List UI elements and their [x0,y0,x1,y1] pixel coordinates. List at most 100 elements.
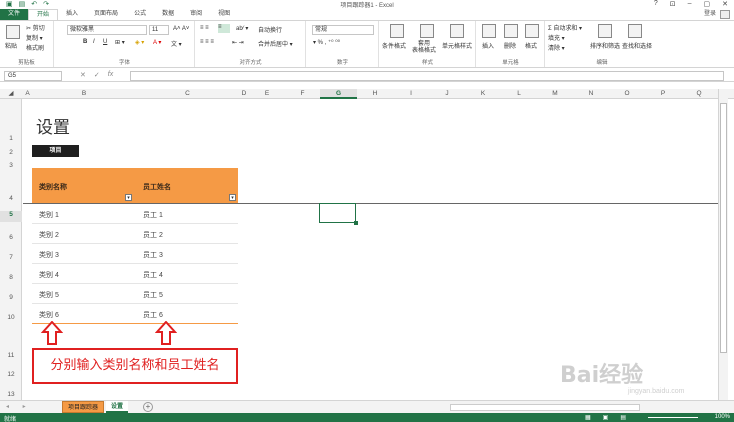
font-name-select[interactable]: 微软雅黑 [67,25,147,35]
row-header[interactable]: 10 [0,314,22,321]
row-header[interactable]: 4 [0,195,22,202]
category-cell[interactable]: 类别 1 [39,210,59,220]
employee-cell[interactable]: 员工 5 [143,290,163,300]
row-header[interactable]: 5 [0,211,22,222]
number-tools[interactable]: ▾ % , ⁺⁰ ⁰⁰ [313,39,340,46]
row-header[interactable]: 11 [0,352,22,359]
select-all-corner[interactable]: ◢ [0,89,22,99]
row-header[interactable]: 12 [0,371,22,378]
format-cells-icon[interactable] [525,24,539,38]
format-painter-button[interactable]: 格式刷 [26,43,44,52]
sheet-tab-tracker[interactable]: 项目跟踪器 [62,401,105,413]
delete-button[interactable]: 删除 [504,41,516,50]
normal-view-icon[interactable]: ▦ [585,414,591,421]
autosum-button[interactable]: Σ 自动求和 ▾ [548,23,582,32]
avatar[interactable] [720,10,730,19]
row-header[interactable]: 13 [0,391,22,398]
tab-data[interactable]: 数据 [154,9,182,20]
horizontal-scrollbar[interactable] [450,404,640,411]
table-format-button[interactable]: 套用 表格格式 [412,41,436,55]
cell-style-icon[interactable] [450,24,464,38]
login-link[interactable]: 登录 [704,9,716,20]
sheet-nav-arrows[interactable]: ◂ ▸ [6,403,32,410]
row-header[interactable]: 7 [0,254,22,261]
zoom-level[interactable]: 100% [715,414,730,420]
category-cell[interactable]: 类别 5 [39,290,59,300]
row-header[interactable]: 2 [0,149,22,156]
column-header[interactable]: J [429,89,465,99]
cancel-formula-icon[interactable]: ✕ [80,71,86,79]
find-select-button[interactable]: 查找和选择 [622,41,652,50]
wrap-text-button[interactable]: 自动换行 [258,25,282,34]
tab-page-layout[interactable]: 页面布局 [86,9,126,20]
employee-cell[interactable]: 员工 1 [143,210,163,220]
zoom-slider[interactable] [648,417,698,418]
filter-dropdown-icon[interactable]: ▾ [125,194,132,201]
paste-button[interactable]: 粘贴 [5,41,17,50]
column-header[interactable]: B [32,89,136,99]
insert-button[interactable]: 插入 [482,41,494,50]
format-button[interactable]: 格式 [525,41,537,50]
indent-icon[interactable]: ⇤ ⇥ [232,39,244,46]
merge-center-button[interactable]: 合并后居中 ▾ [258,39,293,48]
fill-color-icon[interactable]: ◈ ▾ [135,39,144,46]
worksheet[interactable]: 设置 项目 类别名称 员工姓名 ▾ ▾ 类别 1 员工 1 类别 2 员工 2 … [23,99,718,400]
align-top-icon[interactable]: ≡ ≡ [200,25,209,31]
column-header[interactable]: E [249,89,285,99]
sheet-tab-settings[interactable]: 设置 [106,401,129,413]
conditional-format-icon[interactable] [390,24,404,38]
fill-button[interactable]: 填充 ▾ [548,33,565,42]
minimize-button[interactable]: – [688,0,692,8]
clear-button[interactable]: 清除 ▾ [548,43,565,52]
add-sheet-button[interactable]: + [143,402,153,412]
align-middle-icon[interactable]: ≡ [218,24,230,33]
column-header[interactable]: A [23,89,32,99]
vertical-scrollbar[interactable] [718,89,728,400]
font-grow-icon[interactable]: A˄ A˅ [173,26,189,32]
font-color-icon[interactable]: A ▾ [153,39,161,46]
scroll-thumb[interactable] [720,103,727,353]
column-header[interactable]: P [645,89,681,99]
row-header[interactable]: 9 [0,294,22,301]
bold-button[interactable]: B [83,39,87,45]
italic-button[interactable]: I [93,39,95,45]
project-button[interactable]: 项目 [32,145,79,157]
column-header[interactable]: Q [681,89,717,99]
name-box[interactable]: G5 [4,71,62,81]
tab-insert[interactable]: 插入 [58,9,86,20]
tab-review[interactable]: 审阅 [182,9,210,20]
insert-cells-icon[interactable] [482,24,496,38]
font-size-select[interactable]: 11 [149,25,169,35]
column-header[interactable]: O [609,89,645,99]
formula-input[interactable] [130,71,724,81]
column-header[interactable]: D [239,89,249,99]
help-button[interactable]: ? [654,0,658,8]
column-header[interactable]: M [537,89,573,99]
category-cell[interactable]: 类别 2 [39,230,59,240]
delete-cells-icon[interactable] [504,24,518,38]
column-header[interactable]: G [320,89,357,99]
paste-icon[interactable] [6,25,20,39]
selected-cell[interactable] [319,203,358,225]
column-header[interactable]: L [501,89,537,99]
orientation-icon[interactable]: ab⁄ ▾ [236,25,248,32]
category-cell[interactable]: 类别 6 [39,310,59,320]
row-header[interactable]: 6 [0,234,22,241]
enter-formula-icon[interactable]: ✓ [94,71,100,79]
copy-button[interactable]: 复制 ▾ [26,33,43,42]
page-layout-view-icon[interactable]: ▣ [603,414,609,421]
employee-cell[interactable]: 员工 4 [143,270,163,280]
cut-button[interactable]: ✂ 剪切 [26,23,45,32]
category-cell[interactable]: 类别 3 [39,250,59,260]
category-cell[interactable]: 类别 4 [39,270,59,280]
close-button[interactable]: ✕ [722,0,728,8]
ribbon-display-button[interactable]: ⊡ [670,0,676,8]
row-header[interactable]: 8 [0,274,22,281]
number-format-select[interactable]: 常规 [312,25,374,35]
tab-formulas[interactable]: 公式 [126,9,154,20]
conditional-format-button[interactable]: 条件格式 [382,41,406,50]
column-header[interactable]: C [136,89,239,99]
tab-file[interactable]: 文件 [0,9,29,20]
row-header[interactable]: 1 [0,135,22,142]
border-icon[interactable]: ⊞ ▾ [115,39,125,46]
